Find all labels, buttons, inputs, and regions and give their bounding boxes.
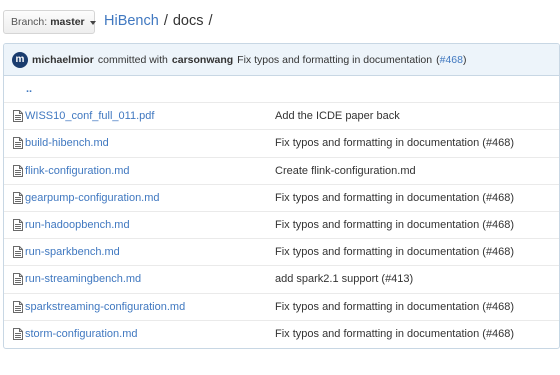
file-name-link[interactable]: run-sparkbench.md bbox=[25, 246, 120, 258]
file-commit-message-link[interactable]: Create flink-configuration.md bbox=[275, 165, 416, 177]
parent-directory-link[interactable]: .. bbox=[4, 83, 32, 95]
file-commit-message-link[interactable]: Fix typos and formatting in documentatio… bbox=[275, 192, 514, 204]
latest-commit-bar: m michaelmior committed with carsonwang … bbox=[4, 44, 559, 76]
commit-author-link[interactable]: michaelmior bbox=[32, 54, 94, 66]
file-row: storm-configuration.md Fix typos and for… bbox=[4, 321, 559, 348]
file-row: run-sparkbench.md Fix typos and formatti… bbox=[4, 239, 559, 267]
file-row: run-streamingbench.md add spark2.1 suppo… bbox=[4, 266, 559, 294]
file-commit-message-link[interactable]: Fix typos and formatting in documentatio… bbox=[275, 137, 514, 149]
commit-mid-text: committed with bbox=[97, 53, 168, 66]
file-icon bbox=[4, 300, 25, 313]
file-browser: m michaelmior committed with carsonwang … bbox=[3, 43, 560, 349]
commit-committer-link[interactable]: carsonwang bbox=[172, 54, 233, 66]
file-row: WISS10_conf_full_011.pdf Add the ICDE pa… bbox=[4, 103, 559, 131]
file-commit-message-link[interactable]: Fix typos and formatting in documentatio… bbox=[275, 301, 514, 313]
breadcrumb-separator: / bbox=[208, 13, 213, 29]
branch-value: master bbox=[50, 16, 85, 28]
file-row: gearpump-configuration.md Fix typos and … bbox=[4, 185, 559, 212]
breadcrumb: HiBench / docs / bbox=[104, 13, 218, 29]
file-row: build-hibench.md Fix typos and formattin… bbox=[4, 130, 559, 158]
file-commit-message-link[interactable]: add spark2.1 support (#413) bbox=[275, 273, 413, 285]
file-icon bbox=[4, 164, 25, 177]
branch-selector-button[interactable]: Branch: master bbox=[3, 10, 96, 34]
file-name-link[interactable]: sparkstreaming-configuration.md bbox=[25, 301, 185, 313]
file-icon bbox=[4, 137, 25, 150]
breadcrumb-current-folder: docs bbox=[172, 13, 204, 29]
breadcrumb-repo-link[interactable]: HiBench bbox=[104, 13, 159, 29]
file-icon bbox=[4, 110, 25, 123]
file-commit-message-link[interactable]: Fix typos and formatting in documentatio… bbox=[275, 219, 514, 231]
file-icon bbox=[4, 273, 25, 286]
file-name-link[interactable]: storm-configuration.md bbox=[25, 328, 138, 340]
file-name-link[interactable]: run-streamingbench.md bbox=[25, 273, 141, 285]
file-icon bbox=[4, 328, 25, 341]
file-commit-message-link[interactable]: Fix typos and formatting in documentatio… bbox=[275, 246, 514, 258]
caret-down-icon bbox=[89, 20, 96, 25]
parent-directory-row[interactable]: .. bbox=[4, 76, 559, 104]
file-list: .. WISS10_conf_full_011.pdf Add the ICDE… bbox=[4, 76, 559, 348]
file-icon bbox=[4, 191, 25, 204]
file-icon bbox=[4, 246, 25, 259]
file-commit-message-link[interactable]: Fix typos and formatting in documentatio… bbox=[275, 328, 514, 340]
pr-close-paren: ) bbox=[462, 53, 467, 66]
file-row: flink-configuration.md Create flink-conf… bbox=[4, 158, 559, 185]
pull-request-link[interactable]: #468 bbox=[440, 54, 463, 66]
file-name-link[interactable]: flink-configuration.md bbox=[25, 165, 130, 177]
avatar[interactable]: m bbox=[12, 51, 28, 68]
file-name-link[interactable]: build-hibench.md bbox=[25, 137, 109, 149]
file-commit-message-link[interactable]: Add the ICDE paper back bbox=[275, 110, 400, 122]
file-row: sparkstreaming-configuration.md Fix typo… bbox=[4, 294, 559, 321]
commit-message-link[interactable]: Fix typos and formatting in documentatio… bbox=[237, 54, 432, 66]
file-name-link[interactable]: run-hadoopbench.md bbox=[25, 219, 130, 231]
breadcrumb-separator: / bbox=[163, 13, 168, 29]
file-row: run-hadoopbench.md Fix typos and formatt… bbox=[4, 212, 559, 240]
branch-label: Branch: bbox=[11, 16, 48, 28]
file-icon bbox=[4, 219, 25, 232]
file-name-link[interactable]: gearpump-configuration.md bbox=[25, 192, 160, 204]
file-name-link[interactable]: WISS10_conf_full_011.pdf bbox=[25, 110, 154, 122]
